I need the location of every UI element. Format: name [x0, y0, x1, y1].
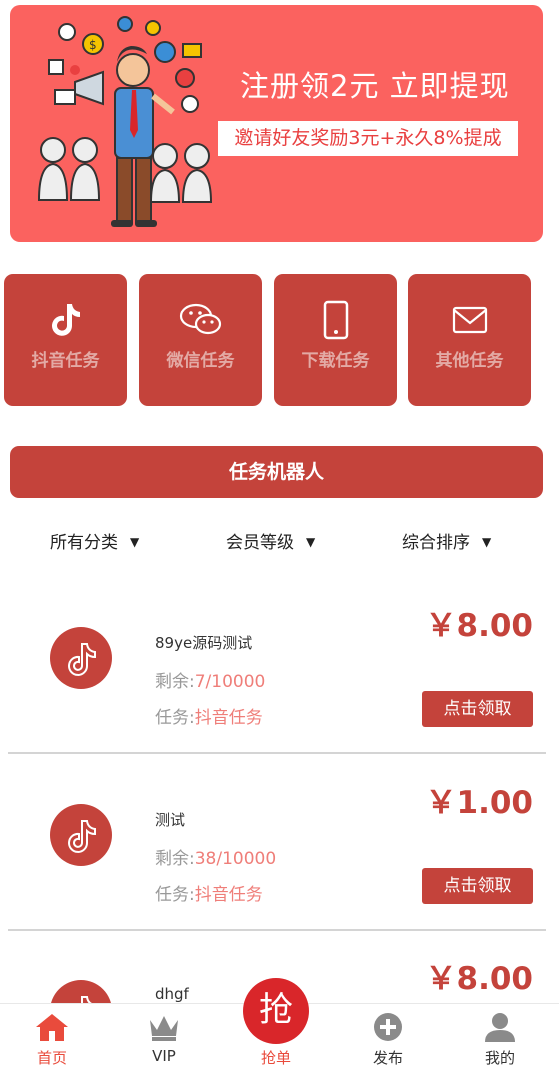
mail-icon — [408, 300, 531, 342]
task-price: ￥8.00 — [425, 608, 534, 644]
tile-download-tasks[interactable]: 下载任务 — [274, 274, 397, 406]
filter-sort[interactable]: 综合排序 ▼ — [402, 528, 491, 553]
filter-label: 会员等级 — [226, 533, 294, 553]
task-type: 任务:抖音任务 — [155, 703, 263, 728]
tiktok-icon — [50, 980, 112, 1003]
tab-vip[interactable]: VIP — [129, 1004, 199, 1067]
type-label: 任务: — [155, 708, 195, 728]
tiktok-icon — [50, 804, 112, 866]
phone-icon — [274, 300, 397, 342]
tab-mine[interactable]: 我的 — [465, 1004, 535, 1067]
tiktok-icon — [50, 627, 112, 689]
banner-subtitle: 邀请好友奖励3元+永久8%提成 — [218, 121, 518, 156]
task-price: ￥1.00 — [425, 785, 534, 821]
remaining-label: 剩余: — [155, 672, 195, 692]
dropdown-arrow-icon: ▼ — [482, 535, 492, 549]
type-label: 任务: — [155, 885, 195, 905]
tile-label: 抖音任务 — [31, 351, 100, 371]
task-name: 测试 — [155, 811, 186, 829]
task-remaining: 剩余:38/10000 — [155, 844, 276, 869]
user-icon — [485, 1013, 515, 1042]
task-name: 89ye源码测试 — [155, 634, 253, 652]
remaining-value: 38/10000 — [194, 849, 277, 869]
task-name: dhgf — [155, 985, 189, 1003]
tile-label: 下载任务 — [301, 351, 370, 371]
tiktok-icon — [4, 300, 127, 342]
tile-label: 其他任务 — [435, 351, 504, 371]
task-item[interactable]: 89ye源码测试 剩余:7/10000 任务:抖音任务 ￥8.00 点击领取 — [8, 590, 546, 766]
grab-icon[interactable]: 抢 — [243, 978, 309, 1044]
home-icon — [36, 1014, 68, 1041]
tab-home[interactable]: 首页 — [17, 1004, 87, 1067]
task-robot-button[interactable]: 任务机器人 — [10, 446, 543, 498]
tab-label: 首页 — [36, 1049, 67, 1067]
remaining-value: 7/10000 — [194, 672, 266, 692]
task-type: 任务:抖音任务 — [155, 880, 263, 905]
filter-label: 综合排序 — [402, 533, 470, 553]
filter-label: 所有分类 — [50, 533, 118, 553]
claim-button[interactable]: 点击领取 — [422, 868, 533, 904]
dropdown-arrow-icon: ▼ — [306, 535, 316, 549]
type-value: 抖音任务 — [194, 885, 263, 905]
filter-bar: 所有分类 ▼ 会员等级 ▼ 综合排序 ▼ — [0, 528, 559, 554]
tile-label: 微信任务 — [166, 351, 235, 371]
remaining-label: 剩余: — [155, 849, 195, 869]
filter-member-level[interactable]: 会员等级 ▼ — [226, 528, 315, 553]
type-value: 抖音任务 — [194, 708, 263, 728]
tile-other-tasks[interactable]: 其他任务 — [408, 274, 531, 406]
task-item[interactable]: 测试 剩余:38/10000 任务:抖音任务 ￥1.00 点击领取 — [8, 767, 546, 943]
tile-douyin-tasks[interactable]: 抖音任务 — [4, 274, 127, 406]
tab-publish[interactable]: 发布 — [353, 1004, 423, 1067]
wechat-icon — [139, 300, 262, 342]
dropdown-arrow-icon: ▼ — [130, 535, 140, 549]
plus-circle-icon — [374, 1013, 402, 1041]
task-remaining: 剩余:7/10000 — [155, 667, 265, 692]
tab-label: 发布 — [372, 1049, 403, 1067]
divider — [8, 929, 546, 931]
crown-icon — [150, 1016, 178, 1041]
tab-label: 我的 — [484, 1049, 515, 1067]
tab-label: 抢单 — [260, 1049, 291, 1067]
tab-label: VIP — [152, 1047, 176, 1065]
banner-title: 注册领2元 立即提现 — [240, 69, 510, 103]
filter-category[interactable]: 所有分类 ▼ — [50, 528, 139, 553]
promo-illustration: $ — [37, 16, 213, 227]
tile-wechat-tasks[interactable]: 微信任务 — [139, 274, 262, 406]
divider — [8, 752, 546, 754]
task-price: ￥8.00 — [425, 961, 534, 997]
claim-button[interactable]: 点击领取 — [422, 691, 533, 727]
promo-banner[interactable]: $ 注册领2元 立即提现 邀请好友奖励3元+永久8%提成 — [10, 5, 543, 242]
svg-text:$: $ — [89, 38, 97, 52]
